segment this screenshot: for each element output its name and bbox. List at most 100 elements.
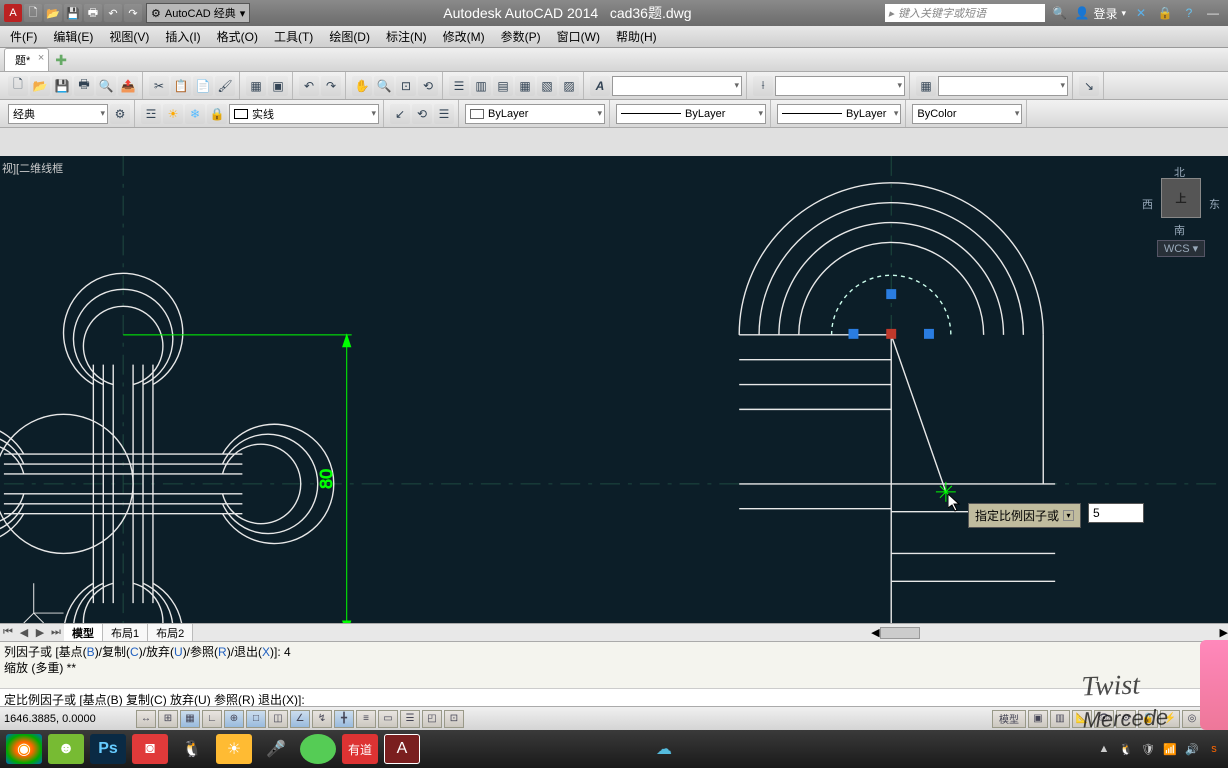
qview-layouts-button[interactable]: ▣: [1028, 710, 1048, 728]
layer-state-button[interactable]: ☰: [434, 104, 454, 124]
am-button[interactable]: ⊡: [444, 710, 464, 728]
search-icon[interactable]: 🔍: [1051, 4, 1069, 22]
redo-icon[interactable]: ↷: [124, 4, 142, 22]
close-tab-icon[interactable]: ×: [38, 52, 44, 64]
ducs-button[interactable]: ↯: [312, 710, 332, 728]
save-button[interactable]: 💾: [52, 76, 72, 96]
menu-view[interactable]: 视图(V): [101, 26, 157, 47]
osnap-button[interactable]: □: [246, 710, 266, 728]
taskbar-app[interactable]: ☻: [48, 734, 84, 764]
menu-help[interactable]: 帮助(H): [608, 26, 665, 47]
wcs-dropdown[interactable]: WCS ▾: [1157, 240, 1205, 257]
make-current-button[interactable]: ↙: [390, 104, 410, 124]
tpy-button[interactable]: ▭: [378, 710, 398, 728]
menu-insert[interactable]: 插入(I): [157, 26, 208, 47]
linetype2-dropdown[interactable]: ByLayer: [777, 104, 901, 124]
dim-style-button[interactable]: ⟊: [753, 76, 773, 96]
menu-tools[interactable]: 工具(T): [266, 26, 321, 47]
tray-icon[interactable]: 🛡: [1140, 741, 1156, 757]
command-input[interactable]: 定比例因子或 [基点(B) 复制(C) 放弃(U) 参照(R) 退出(X)]:: [0, 688, 1228, 706]
text-style-dropdown[interactable]: [612, 76, 742, 96]
layer-props-button[interactable]: ☲: [141, 104, 161, 124]
drawing-canvas[interactable]: 视][二维线框: [0, 156, 1228, 623]
workspace-dropdown[interactable]: ⚙AutoCAD 经典▾: [146, 3, 250, 23]
menu-window[interactable]: 窗口(W): [549, 26, 608, 47]
system-tray[interactable]: ▲ 🐧 🛡 📶 🔊 s: [1096, 741, 1222, 757]
zoom-realtime-button[interactable]: 🔍: [374, 76, 394, 96]
tab-first-icon[interactable]: ⏮: [0, 626, 16, 639]
plot-button[interactable]: 🖶: [74, 76, 94, 96]
block-button[interactable]: ▦: [246, 76, 266, 96]
open-icon[interactable]: 📂: [44, 4, 62, 22]
annotation-visibility-button[interactable]: 👁: [1094, 710, 1114, 728]
plotstyle-dropdown[interactable]: ByColor: [912, 104, 1022, 124]
linetype-dropdown[interactable]: 实线: [229, 104, 379, 124]
layout-tab-1[interactable]: 布局1: [103, 624, 148, 642]
new-tab-icon[interactable]: ✚: [55, 52, 67, 71]
zoom-window-button[interactable]: ⊡: [396, 76, 416, 96]
workspace-dd2[interactable]: 经典: [8, 104, 108, 124]
ws-switch-button[interactable]: ⚙: [1116, 710, 1136, 728]
layout-tab-2[interactable]: 布局2: [148, 624, 193, 642]
layout-tab-model[interactable]: 模型: [64, 624, 103, 642]
preview-button[interactable]: 🔍: [96, 76, 116, 96]
menu-file[interactable]: 件(F): [2, 26, 45, 47]
design-center-button[interactable]: ▥: [471, 76, 491, 96]
properties-button[interactable]: ☰: [449, 76, 469, 96]
block2-button[interactable]: ▣: [268, 76, 288, 96]
taskbar-browser[interactable]: [300, 734, 336, 764]
annotation-scale-button[interactable]: 📐: [1072, 710, 1092, 728]
exchange-icon[interactable]: ✕: [1132, 4, 1150, 22]
table-style-dropdown[interactable]: [938, 76, 1068, 96]
menu-dimension[interactable]: 标注(N): [378, 26, 435, 47]
viewcube-top[interactable]: 上: [1161, 178, 1201, 218]
signin-button[interactable]: 👤 登录▾: [1075, 5, 1127, 22]
isolate-button[interactable]: ◎: [1182, 710, 1202, 728]
matchprop-button[interactable]: 🖌: [215, 76, 235, 96]
infer-button[interactable]: ↔: [136, 710, 156, 728]
taskbar-app[interactable]: ☀: [216, 734, 252, 764]
tray-icon[interactable]: 🐧: [1118, 741, 1134, 757]
tray-icon[interactable]: 📶: [1162, 741, 1178, 757]
3dosnap-button[interactable]: ◫: [268, 710, 288, 728]
minimize-icon[interactable]: —: [1204, 4, 1222, 22]
tab-last-icon[interactable]: ⏭: [48, 626, 64, 639]
layer-prev-button[interactable]: ⟲: [412, 104, 432, 124]
sc-button[interactable]: ◰: [422, 710, 442, 728]
tray-icon[interactable]: s: [1206, 741, 1222, 757]
tool-palettes-button[interactable]: ▤: [493, 76, 513, 96]
ortho-button[interactable]: ∟: [202, 710, 222, 728]
help-icon[interactable]: ?: [1180, 4, 1198, 22]
open-button[interactable]: 📂: [30, 76, 50, 96]
otrack-button[interactable]: ∠: [290, 710, 310, 728]
new-icon[interactable]: 🗋: [24, 4, 42, 22]
help-search-input[interactable]: ▸键入关键字或短语: [885, 4, 1045, 22]
menu-modify[interactable]: 修改(M): [435, 26, 493, 47]
qp-button[interactable]: ☰: [400, 710, 420, 728]
menu-edit[interactable]: 编辑(E): [45, 26, 101, 47]
app-menu-icon[interactable]: A: [4, 4, 22, 22]
lwt-button[interactable]: ≡: [356, 710, 376, 728]
menu-parametric[interactable]: 参数(P): [493, 26, 549, 47]
print-icon[interactable]: 🖶: [84, 4, 102, 22]
toolbar-lock-button[interactable]: 🔒: [1138, 710, 1158, 728]
menu-format[interactable]: 格式(O): [209, 26, 266, 47]
snap-button[interactable]: ⊞: [158, 710, 178, 728]
taskbar-cloud[interactable]: ☁: [646, 734, 682, 764]
calc-button[interactable]: ▨: [559, 76, 579, 96]
layer-on-button[interactable]: ☀: [163, 104, 183, 124]
undo-button[interactable]: ↶: [299, 76, 319, 96]
redo-button[interactable]: ↷: [321, 76, 341, 96]
taskbar-autocad[interactable]: A: [384, 734, 420, 764]
mleader-style-button[interactable]: ↘: [1079, 76, 1099, 96]
dim-style-dropdown[interactable]: [775, 76, 905, 96]
hscrollbar[interactable]: ◀▶: [193, 626, 1228, 639]
text-style-button[interactable]: A: [590, 76, 610, 96]
hardware-accel-button[interactable]: ⚡: [1160, 710, 1180, 728]
grid-button[interactable]: ▦: [180, 710, 200, 728]
save-icon[interactable]: 💾: [64, 4, 82, 22]
taskbar-mic[interactable]: 🎤: [258, 734, 294, 764]
pan-button[interactable]: ✋: [352, 76, 372, 96]
layer-lock-button[interactable]: 🔒: [207, 104, 227, 124]
cut-button[interactable]: ✂: [149, 76, 169, 96]
